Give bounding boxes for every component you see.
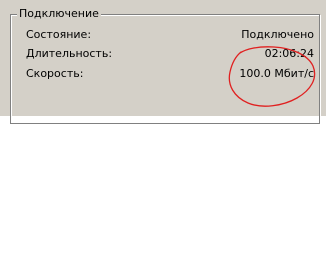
status-value: Подключено xyxy=(241,28,314,41)
speed-label: Скорость: xyxy=(26,67,84,80)
duration-label: Длительность: xyxy=(26,47,113,60)
groupbox-title: Подключение xyxy=(17,7,101,21)
duration-value: 02:06:24 xyxy=(264,47,314,60)
connection-status-panel: Подключение Состояние: Подключено Длител… xyxy=(0,0,326,124)
status-label: Состояние: xyxy=(26,28,92,41)
speed-value: 100.0 Мбит/с xyxy=(239,67,314,80)
